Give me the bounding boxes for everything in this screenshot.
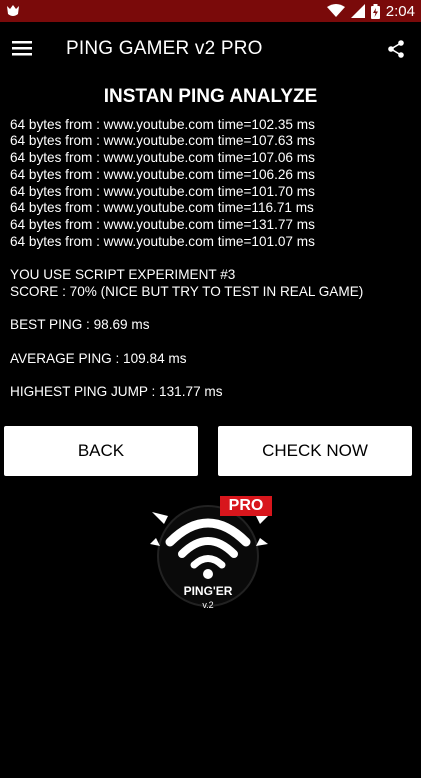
battery-icon bbox=[370, 3, 380, 19]
back-button[interactable]: BACK bbox=[4, 426, 198, 476]
logo-name: PING'ER bbox=[183, 584, 233, 598]
log-line: 64 bytes from : www.youtube.com time=116… bbox=[10, 200, 314, 216]
app-title: PING GAMER v2 PRO bbox=[66, 38, 263, 59]
logo-version: v.2 bbox=[202, 600, 214, 610]
log-line: 64 bytes from : www.youtube.com time=101… bbox=[10, 183, 315, 199]
log-line: 64 bytes from : www.youtube.com time=106… bbox=[10, 166, 315, 182]
check-now-button[interactable]: CHECK NOW bbox=[218, 426, 412, 476]
best-ping: BEST PING : 98.69 ms bbox=[10, 317, 150, 333]
log-line: 64 bytes from : www.youtube.com time=101… bbox=[10, 233, 315, 249]
log-line-clipped bbox=[10, 108, 410, 117]
signal-icon bbox=[350, 4, 365, 18]
wifi-icon bbox=[326, 4, 345, 17]
page-heading: INSTAN PING ANALYZE bbox=[103, 86, 318, 107]
hamburger-menu-icon[interactable] bbox=[12, 40, 32, 56]
ping-log: 64 bytes from : www.youtube.com time=102… bbox=[10, 108, 410, 408]
log-line: 64 bytes from : www.youtube.com time=131… bbox=[10, 216, 315, 232]
highest-ping-jump: HIGHEST PING JUMP : 131.77 ms bbox=[10, 383, 223, 399]
share-icon[interactable] bbox=[387, 40, 405, 58]
score-line: SCORE : 70% (NICE BUT TRY TO TEST IN REA… bbox=[10, 283, 364, 299]
log-line: 64 bytes from : www.youtube.com time=102… bbox=[10, 116, 315, 132]
clock: 2:04 bbox=[385, 2, 415, 20]
average-ping: AVERAGE PING : 109.84 ms bbox=[10, 350, 187, 366]
pro-badge: PRO bbox=[220, 496, 272, 516]
log-line: 64 bytes from : www.youtube.com time=107… bbox=[10, 150, 315, 166]
app-notification-icon bbox=[7, 5, 19, 16]
script-line: YOU USE SCRIPT EXPERIMENT #3 bbox=[10, 267, 236, 283]
log-line: 64 bytes from : www.youtube.com time=107… bbox=[10, 133, 315, 149]
status-bar: 2:04 bbox=[0, 0, 421, 22]
app-bar: PING GAMER v2 PRO bbox=[0, 22, 421, 78]
